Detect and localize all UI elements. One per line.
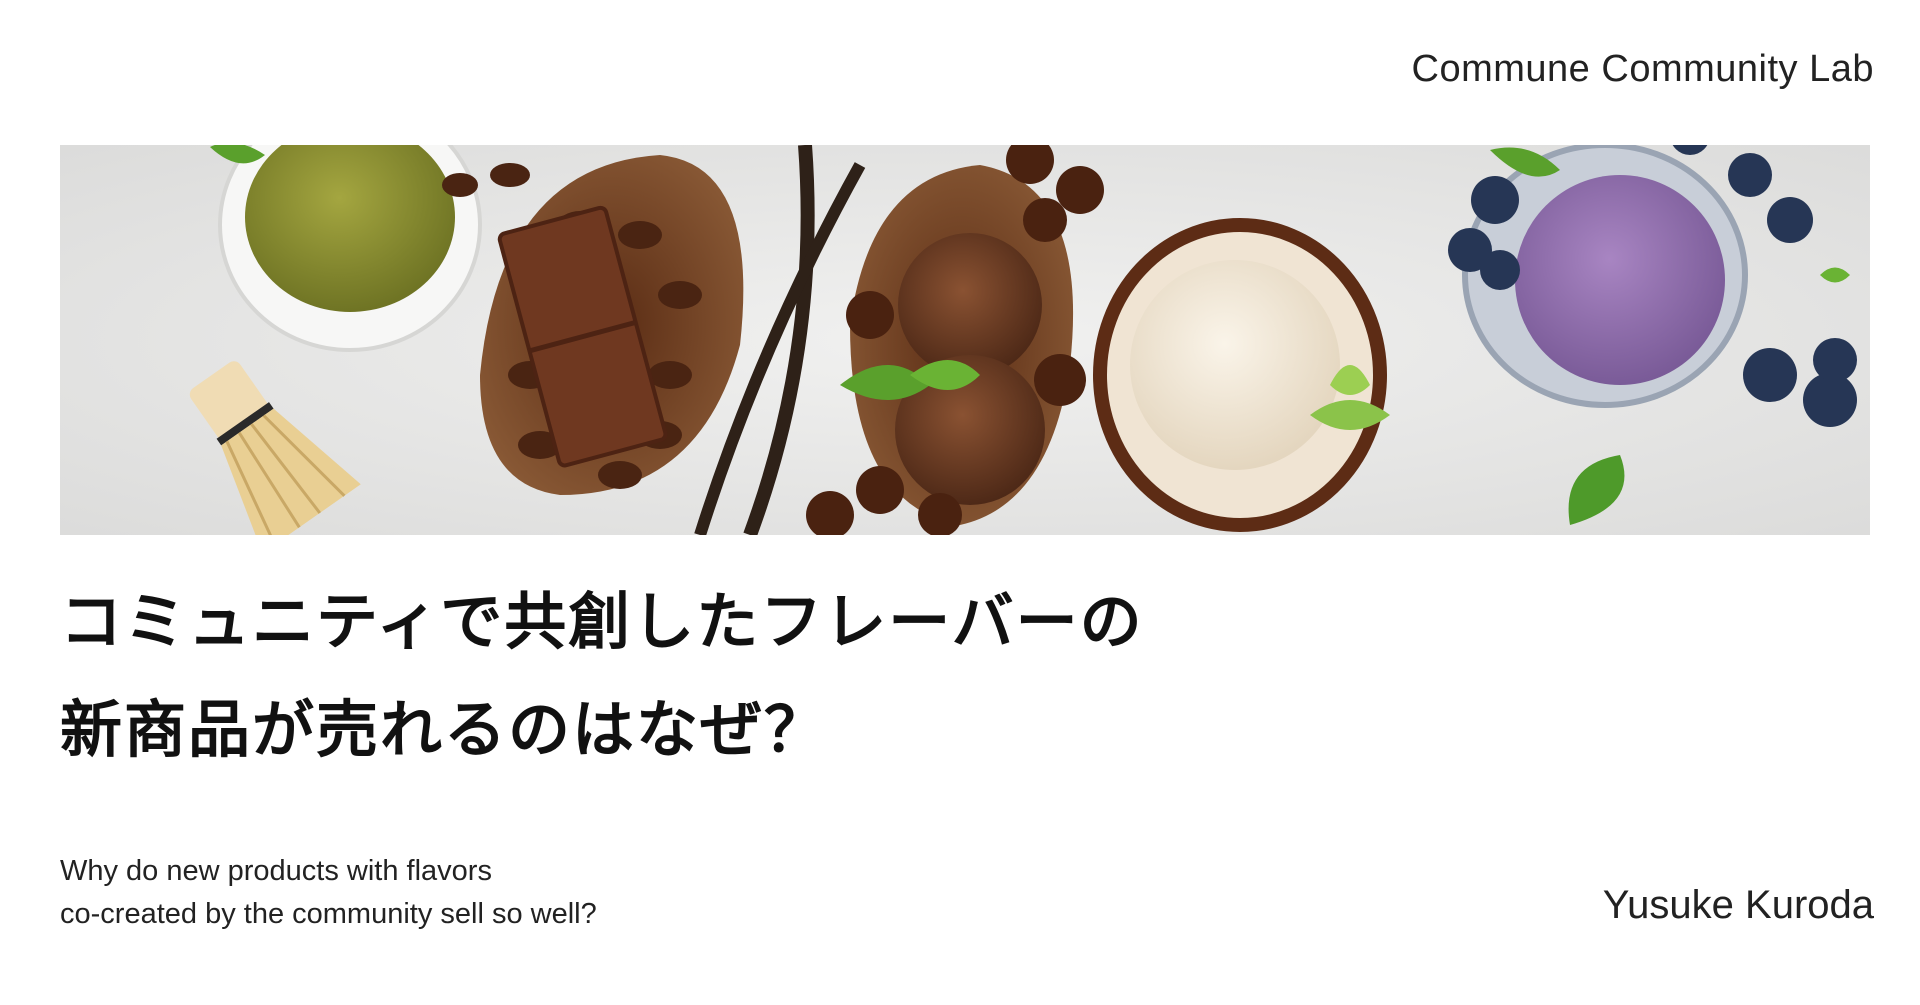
english-subtitle: Why do new products with flavors co-crea… [60,850,597,936]
title-line-1: コミュニティで共創したフレーバーの [60,585,1144,658]
subtitle-line-2: co-created by the community sell so well… [60,898,597,930]
page-title: コミュニティで共創したフレーバーの 新商品が売れるのはなぜ？ [60,568,1560,784]
ice-cream-photo-icon [60,145,1870,535]
subtitle-line-1: Why do new products with flavors [60,855,492,887]
organization-name: Commune Community Lab [1411,48,1874,90]
title-line-2: 新商品が売れるのはなぜ？ [60,693,829,766]
hero-image [60,145,1870,535]
author-name: Yusuke Kuroda [1602,883,1874,927]
